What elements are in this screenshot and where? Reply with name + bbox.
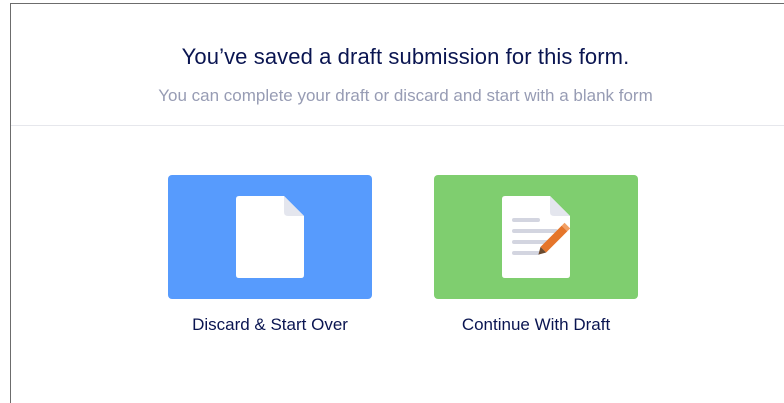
discard-label[interactable]: Discard & Start Over [168, 315, 372, 335]
continue-tile[interactable] [434, 175, 638, 299]
dialog-subtitle: You can complete your draft or discard a… [158, 86, 653, 105]
draft-dialog: You’ve saved a draft submission for this… [10, 3, 784, 403]
discard-tile[interactable] [168, 175, 372, 299]
blank-document-icon [236, 196, 304, 278]
dialog-header: You’ve saved a draft submission for this… [11, 4, 784, 126]
dialog-title: You’ve saved a draft submission for this… [181, 44, 630, 69]
document-edit-icon [502, 196, 570, 278]
continue-label[interactable]: Continue With Draft [434, 315, 638, 335]
continue-with-draft-button[interactable]: Continue With Draft [434, 175, 638, 335]
discard-start-over-button[interactable]: Discard & Start Over [168, 175, 372, 335]
